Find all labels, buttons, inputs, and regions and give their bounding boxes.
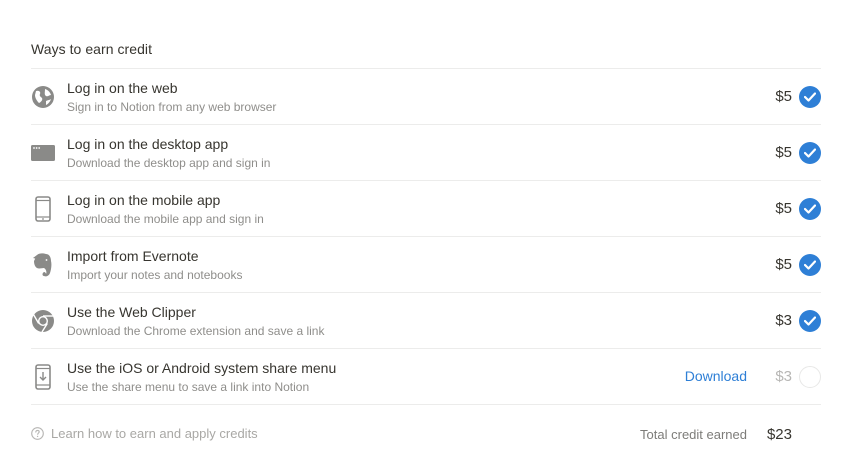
item-title: Import from Evernote (67, 248, 199, 264)
checkmark-icon (799, 142, 821, 164)
learn-credits-link[interactable]: Learn how to earn and apply credits (31, 426, 258, 441)
help-circle-icon (31, 427, 44, 440)
credit-item-share-menu: Use the iOS or Android system share menu… (31, 349, 821, 405)
item-description: Use the share menu to save a link into N… (67, 380, 310, 394)
mobile-phone-icon (31, 196, 55, 222)
item-description: Download the mobile app and sign in (67, 212, 264, 226)
download-link[interactable]: Download (685, 368, 747, 384)
total-credit-value: $23 (766, 426, 792, 443)
item-title: Use the Web Clipper (67, 304, 196, 320)
desktop-window-icon (31, 140, 55, 166)
item-title: Use the iOS or Android system share menu (67, 360, 337, 376)
item-amount: $5 (775, 144, 792, 161)
item-amount: $5 (775, 200, 792, 217)
item-description: Import your notes and notebooks (67, 268, 243, 282)
credit-item-web-clipper: Use the Web Clipper Download the Chrome … (31, 293, 821, 349)
evernote-elephant-icon (31, 252, 55, 278)
credit-item-desktop-login: Log in on the desktop app Download the d… (31, 125, 821, 181)
chrome-icon (31, 308, 55, 334)
checkmark-icon (799, 310, 821, 332)
globe-icon (31, 84, 55, 110)
item-description: Sign in to Notion from any web browser (67, 100, 277, 114)
item-amount: $3 (775, 312, 792, 329)
checkmark-icon (799, 198, 821, 220)
credit-item-evernote-import: Import from Evernote Import your notes a… (31, 237, 821, 293)
checkmark-icon (799, 254, 821, 276)
item-title: Log in on the desktop app (67, 136, 229, 152)
section-title: Ways to earn credit (31, 41, 153, 57)
share-menu-phone-icon (31, 364, 55, 390)
credit-items-list: Log in on the web Sign in to Notion from… (31, 69, 821, 405)
item-amount: $5 (775, 88, 792, 105)
learn-credits-label: Learn how to earn and apply credits (51, 426, 258, 441)
item-description: Download the desktop app and sign in (67, 156, 271, 170)
checkmark-icon (799, 86, 821, 108)
item-title: Log in on the mobile app (67, 192, 221, 208)
credit-item-mobile-login: Log in on the mobile app Download the mo… (31, 181, 821, 237)
credit-item-web-login: Log in on the web Sign in to Notion from… (31, 69, 821, 125)
item-description: Download the Chrome extension and save a… (67, 324, 325, 338)
item-amount: $3 (775, 368, 792, 385)
total-credit-label: Total credit earned (640, 427, 747, 442)
item-amount: $5 (775, 256, 792, 273)
item-title: Log in on the web (67, 80, 178, 96)
empty-circle-icon (799, 366, 821, 388)
